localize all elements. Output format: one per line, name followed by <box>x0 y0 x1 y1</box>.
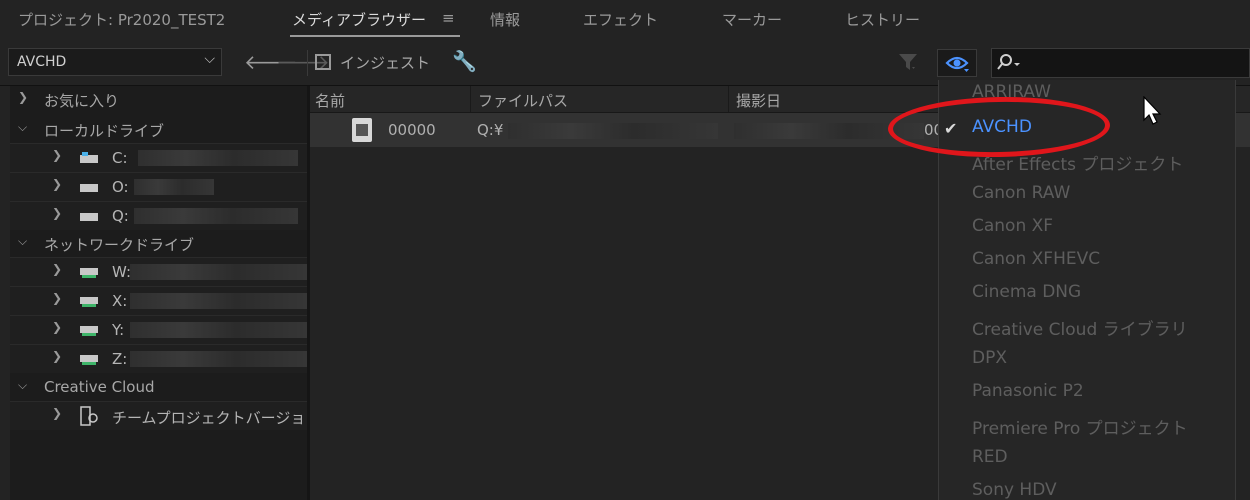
chevron-right-icon[interactable]: ❯ <box>52 262 62 276</box>
tab-project[interactable]: プロジェクト: Pr2020_TEST2 <box>18 9 225 30</box>
menu-item-sony-hdv[interactable]: Sony HDV <box>972 480 1057 500</box>
active-tab-underline <box>290 35 460 37</box>
tree-team-projects[interactable]: ❯ チームプロジェクトバージョ <box>10 401 307 430</box>
ingest-label: インジェスト <box>340 54 431 72</box>
tree-local-label: ローカルドライブ <box>44 122 165 140</box>
drive-label: C: <box>112 149 128 167</box>
wrench-icon[interactable]: 🔧 <box>452 49 477 73</box>
tab-info[interactable]: 情報 <box>490 9 520 30</box>
chevron-right-icon[interactable]: ❯ <box>52 148 62 162</box>
tree-creative-cloud[interactable]: ⌵ Creative Cloud <box>10 374 307 402</box>
tree-drive-y[interactable]: ❯ Y: <box>10 315 307 344</box>
view-filter-button[interactable] <box>937 49 977 77</box>
team-project-icon <box>80 406 98 426</box>
tree-drive-c[interactable]: ❯ C: <box>10 143 307 172</box>
menu-item-red[interactable]: RED <box>972 447 1008 467</box>
chevron-right-icon[interactable]: ❯ <box>52 349 62 363</box>
tree-drive-q[interactable]: ❯ Q: <box>10 201 307 230</box>
tree-drive-o[interactable]: ❯ O: <box>10 172 307 201</box>
drive-icon <box>80 152 98 163</box>
drive-select-value: AVCHD <box>17 54 67 70</box>
network-drive-icon <box>80 297 98 307</box>
redacted-text <box>130 351 307 367</box>
drive-select[interactable]: AVCHD ⌵ <box>8 48 222 76</box>
tab-effects[interactable]: エフェクト <box>583 9 658 30</box>
network-drive-icon <box>80 268 98 278</box>
tree-network-label: ネットワークドライブ <box>44 236 195 254</box>
drive-icon <box>80 213 98 221</box>
cloud-item-label: チームプロジェクトバージョ <box>112 409 306 427</box>
menu-item-canon-xf[interactable]: Canon XF <box>972 216 1053 236</box>
tab-menu-icon[interactable]: ≡ <box>442 9 455 27</box>
chevron-down-icon: ⌵ <box>204 51 215 67</box>
redacted-text <box>508 123 718 139</box>
chevron-right-icon[interactable]: ❯ <box>52 206 62 220</box>
video-file-icon <box>352 118 372 142</box>
tree-local-drives[interactable]: ⌵ ローカルドライブ <box>10 116 307 144</box>
column-name[interactable]: 名前 <box>315 90 345 111</box>
menu-item-canon-raw[interactable]: Canon RAW <box>972 183 1070 203</box>
drive-label: Y: <box>112 321 125 339</box>
chevron-right-icon[interactable]: ❯ <box>52 320 62 334</box>
menu-item-cc-libraries[interactable]: Creative Cloud ライブラリ <box>972 315 1188 340</box>
search-icon <box>997 54 1020 70</box>
drive-label: W: <box>112 263 132 281</box>
file-name: 00000 <box>388 121 436 139</box>
tab-media-browser[interactable]: メディアブラウザー <box>292 9 426 30</box>
search-input[interactable] <box>991 48 1250 78</box>
ingest-checkbox[interactable] <box>315 54 331 70</box>
drive-label: O: <box>112 178 129 196</box>
redacted-text <box>138 150 298 166</box>
chevron-right-icon[interactable]: ❯ <box>18 90 28 104</box>
network-drive-icon <box>80 355 98 365</box>
chevron-down-icon[interactable]: ⌵ <box>18 120 27 135</box>
column-date[interactable]: 撮影日 <box>736 90 781 111</box>
mouse-cursor-icon <box>1143 96 1162 125</box>
chevron-right-icon[interactable]: ❯ <box>52 177 62 191</box>
menu-item-canon-xfhevc[interactable]: Canon XFHEVC <box>972 249 1100 269</box>
menu-item-panasonic-p2[interactable]: Panasonic P2 <box>972 381 1084 401</box>
redacted-text <box>130 293 307 309</box>
tree-favorites[interactable]: ❯ お気に入り <box>10 86 307 114</box>
menu-item-dpx[interactable]: DPX <box>972 348 1007 368</box>
tree-cloud-label: Creative Cloud <box>44 378 155 396</box>
chevron-down-icon[interactable]: ⌵ <box>18 378 27 393</box>
column-separator <box>470 86 471 112</box>
tab-markers[interactable]: マーカー <box>722 9 782 30</box>
menu-item-premiere-pro[interactable]: Premiere Pro プロジェクト <box>972 414 1188 439</box>
panel-tab-bar: プロジェクト: Pr2020_TEST2 メディアブラウザー ≡ 情報 エフェク… <box>0 0 1250 40</box>
drive-label: X: <box>112 292 128 310</box>
panel-divider[interactable] <box>307 86 310 500</box>
filter-icon[interactable] <box>898 52 918 72</box>
column-separator <box>728 86 729 112</box>
tree-network-drives[interactable]: ⌵ ネットワークドライブ <box>10 230 307 258</box>
toolbar-divider <box>307 50 308 76</box>
tree-drive-z[interactable]: ❯ Z: <box>10 344 307 373</box>
eye-icon <box>945 56 969 72</box>
chevron-right-icon[interactable]: ❯ <box>52 406 62 420</box>
tree-favorites-label: お気に入り <box>44 92 120 110</box>
chevron-down-icon[interactable]: ⌵ <box>18 234 27 249</box>
redacted-text <box>130 322 307 338</box>
drive-icon <box>80 184 98 192</box>
redacted-text <box>134 179 214 195</box>
file-path: Q:¥ <box>477 121 504 139</box>
tree-drive-w[interactable]: ❯ W: <box>10 257 307 286</box>
redacted-text <box>134 208 298 224</box>
folder-tree: ❯ お気に入り ⌵ ローカルドライブ ❯ C: ❯ O: ❯ Q: ⌵ ネットワ… <box>10 86 307 500</box>
network-drive-icon <box>80 326 98 336</box>
chevron-right-icon[interactable]: ❯ <box>52 291 62 305</box>
tab-history[interactable]: ヒストリー <box>845 9 920 30</box>
column-file-path[interactable]: ファイルパス <box>478 90 568 111</box>
menu-item-cinema-dng[interactable]: Cinema DNG <box>972 282 1081 302</box>
tree-drive-x[interactable]: ❯ X: <box>10 286 307 315</box>
drive-label: Z: <box>112 350 128 368</box>
drive-label: Q: <box>112 207 129 225</box>
redacted-text <box>130 264 307 280</box>
